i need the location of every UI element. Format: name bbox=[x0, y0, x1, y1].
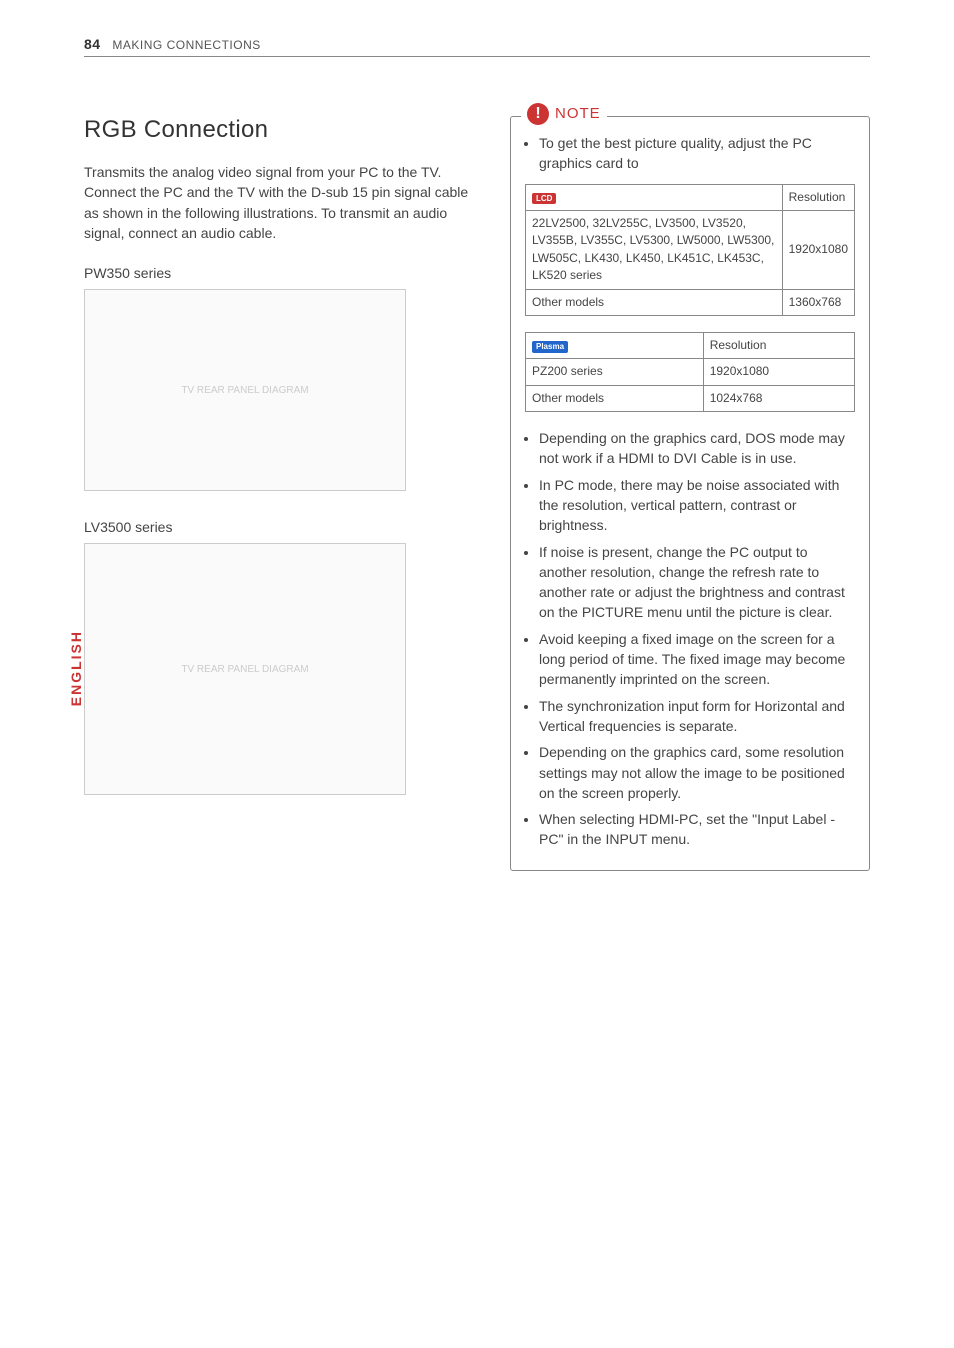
note-box: ! NOTE To get the best picture quality, … bbox=[510, 116, 870, 871]
note-label: NOTE bbox=[555, 103, 601, 125]
alert-icon: ! bbox=[527, 103, 549, 125]
resolution-table-lcd: LCD Resolution 22LV2500, 32LV255C, LV350… bbox=[525, 184, 855, 316]
table-row: 22LV2500, 32LV255C, LV3500, LV3520, LV35… bbox=[526, 210, 855, 289]
rgb-intro: Transmits the analog video signal from y… bbox=[84, 162, 484, 243]
note-label-wrap: ! NOTE bbox=[521, 103, 607, 125]
rgb-heading: RGB Connection bbox=[84, 116, 484, 144]
note-bullets: Depending on the graphics card, DOS mode… bbox=[525, 428, 855, 850]
lcd-badge: LCD bbox=[532, 193, 556, 205]
table-row: Other models 1360x768 bbox=[526, 289, 855, 315]
plasma-row1-res: 1024x768 bbox=[703, 385, 854, 411]
plasma-badge: Plasma bbox=[532, 341, 568, 353]
plasma-row1-models: Other models bbox=[526, 385, 704, 411]
page-header: 84 MAKING CONNECTIONS bbox=[84, 36, 261, 52]
note-bullet: In PC mode, there may be noise associate… bbox=[539, 475, 855, 536]
lcd-row1-res: 1360x768 bbox=[782, 289, 854, 315]
diagram-pw350 bbox=[84, 289, 406, 491]
page-number: 84 bbox=[84, 36, 101, 52]
note-intro: To get the best picture quality, adjust … bbox=[539, 133, 855, 174]
note-bullet: If noise is present, change the PC outpu… bbox=[539, 542, 855, 623]
note-bullet: Avoid keeping a fixed image on the scree… bbox=[539, 629, 855, 690]
diagram-lv3500 bbox=[84, 543, 406, 795]
resolution-table-plasma: Plasma Resolution PZ200 series 1920x1080… bbox=[525, 332, 855, 412]
note-bullet: The synchronization input form for Horiz… bbox=[539, 696, 855, 737]
page-section: MAKING CONNECTIONS bbox=[112, 38, 260, 52]
note-bullet: Depending on the graphics card, DOS mode… bbox=[539, 428, 855, 469]
series-label-pw350: PW350 series bbox=[84, 265, 484, 281]
lcd-row1-models: Other models bbox=[526, 289, 783, 315]
right-column: ! NOTE To get the best picture quality, … bbox=[510, 116, 870, 871]
plasma-row0-res: 1920x1080 bbox=[703, 359, 854, 385]
lcd-badge-cell: LCD bbox=[526, 184, 783, 210]
left-column: RGB Connection Transmits the analog vide… bbox=[84, 116, 484, 823]
note-bullet: When selecting HDMI-PC, set the "Input L… bbox=[539, 809, 855, 850]
plasma-badge-cell: Plasma bbox=[526, 332, 704, 358]
table-row: Other models 1024x768 bbox=[526, 385, 855, 411]
lcd-res-header: Resolution bbox=[782, 184, 854, 210]
plasma-res-header: Resolution bbox=[703, 332, 854, 358]
lcd-row0-res: 1920x1080 bbox=[782, 210, 854, 289]
table-row: PZ200 series 1920x1080 bbox=[526, 359, 855, 385]
language-tab: ENGLISH bbox=[68, 630, 84, 706]
series-label-lv3500: LV3500 series bbox=[84, 519, 484, 535]
note-bullet: Depending on the graphics card, some res… bbox=[539, 742, 855, 803]
lcd-row0-models: 22LV2500, 32LV255C, LV3500, LV3520, LV35… bbox=[526, 210, 783, 289]
header-rule bbox=[84, 56, 870, 57]
plasma-row0-models: PZ200 series bbox=[526, 359, 704, 385]
